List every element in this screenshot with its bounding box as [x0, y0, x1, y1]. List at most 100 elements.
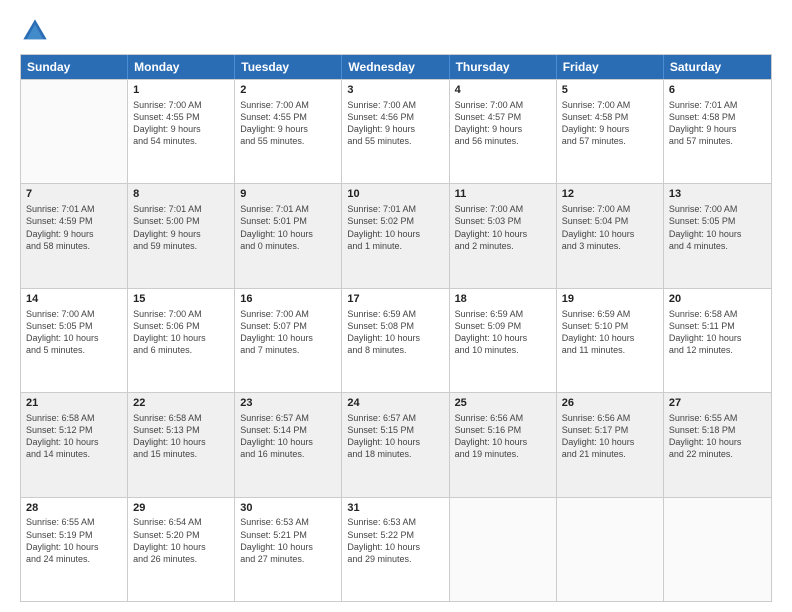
- calendar-cell: 27Sunrise: 6:55 AMSunset: 5:18 PMDayligh…: [664, 393, 771, 496]
- day-number: 16: [240, 292, 336, 307]
- calendar-body: 1Sunrise: 7:00 AMSunset: 4:55 PMDaylight…: [21, 79, 771, 601]
- calendar-cell: 31Sunrise: 6:53 AMSunset: 5:22 PMDayligh…: [342, 498, 449, 601]
- day-number: 7: [26, 187, 122, 202]
- day-info: Sunrise: 7:00 AMSunset: 5:07 PMDaylight:…: [240, 308, 336, 357]
- day-info: Sunrise: 7:00 AMSunset: 4:55 PMDaylight:…: [133, 99, 229, 148]
- calendar-cell: 13Sunrise: 7:00 AMSunset: 5:05 PMDayligh…: [664, 184, 771, 287]
- calendar-cell: 26Sunrise: 6:56 AMSunset: 5:17 PMDayligh…: [557, 393, 664, 496]
- header-cell-wednesday: Wednesday: [342, 55, 449, 79]
- day-info: Sunrise: 6:53 AMSunset: 5:21 PMDaylight:…: [240, 516, 336, 565]
- header-cell-thursday: Thursday: [450, 55, 557, 79]
- header-cell-tuesday: Tuesday: [235, 55, 342, 79]
- calendar-cell: 15Sunrise: 7:00 AMSunset: 5:06 PMDayligh…: [128, 289, 235, 392]
- calendar-cell: 14Sunrise: 7:00 AMSunset: 5:05 PMDayligh…: [21, 289, 128, 392]
- calendar-cell: 12Sunrise: 7:00 AMSunset: 5:04 PMDayligh…: [557, 184, 664, 287]
- calendar-cell: 17Sunrise: 6:59 AMSunset: 5:08 PMDayligh…: [342, 289, 449, 392]
- day-info: Sunrise: 7:00 AMSunset: 4:58 PMDaylight:…: [562, 99, 658, 148]
- day-info: Sunrise: 7:01 AMSunset: 5:01 PMDaylight:…: [240, 203, 336, 252]
- calendar: SundayMondayTuesdayWednesdayThursdayFrid…: [20, 54, 772, 602]
- day-info: Sunrise: 7:00 AMSunset: 4:57 PMDaylight:…: [455, 99, 551, 148]
- header-cell-monday: Monday: [128, 55, 235, 79]
- day-info: Sunrise: 7:00 AMSunset: 5:05 PMDaylight:…: [26, 308, 122, 357]
- day-number: 19: [562, 292, 658, 307]
- day-number: 5: [562, 83, 658, 98]
- calendar-cell: 18Sunrise: 6:59 AMSunset: 5:09 PMDayligh…: [450, 289, 557, 392]
- logo: [20, 16, 54, 46]
- calendar-cell: 9Sunrise: 7:01 AMSunset: 5:01 PMDaylight…: [235, 184, 342, 287]
- day-number: 29: [133, 501, 229, 516]
- day-info: Sunrise: 7:00 AMSunset: 5:06 PMDaylight:…: [133, 308, 229, 357]
- calendar-cell: 10Sunrise: 7:01 AMSunset: 5:02 PMDayligh…: [342, 184, 449, 287]
- calendar-cell: 20Sunrise: 6:58 AMSunset: 5:11 PMDayligh…: [664, 289, 771, 392]
- day-number: 30: [240, 501, 336, 516]
- day-info: Sunrise: 7:00 AMSunset: 5:03 PMDaylight:…: [455, 203, 551, 252]
- calendar-cell: 19Sunrise: 6:59 AMSunset: 5:10 PMDayligh…: [557, 289, 664, 392]
- day-number: 13: [669, 187, 766, 202]
- calendar-cell: 2Sunrise: 7:00 AMSunset: 4:55 PMDaylight…: [235, 80, 342, 183]
- day-info: Sunrise: 7:01 AMSunset: 4:58 PMDaylight:…: [669, 99, 766, 148]
- calendar-cell: 25Sunrise: 6:56 AMSunset: 5:16 PMDayligh…: [450, 393, 557, 496]
- day-number: 28: [26, 501, 122, 516]
- page: SundayMondayTuesdayWednesdayThursdayFrid…: [0, 0, 792, 612]
- calendar-cell: 5Sunrise: 7:00 AMSunset: 4:58 PMDaylight…: [557, 80, 664, 183]
- day-number: 11: [455, 187, 551, 202]
- day-info: Sunrise: 6:58 AMSunset: 5:11 PMDaylight:…: [669, 308, 766, 357]
- calendar-cell: 3Sunrise: 7:00 AMSunset: 4:56 PMDaylight…: [342, 80, 449, 183]
- day-number: 15: [133, 292, 229, 307]
- day-number: 12: [562, 187, 658, 202]
- calendar-row: 21Sunrise: 6:58 AMSunset: 5:12 PMDayligh…: [21, 392, 771, 496]
- calendar-cell: 4Sunrise: 7:00 AMSunset: 4:57 PMDaylight…: [450, 80, 557, 183]
- day-number: 21: [26, 396, 122, 411]
- header-cell-friday: Friday: [557, 55, 664, 79]
- day-number: 17: [347, 292, 443, 307]
- calendar-cell: 8Sunrise: 7:01 AMSunset: 5:00 PMDaylight…: [128, 184, 235, 287]
- day-number: 24: [347, 396, 443, 411]
- day-number: 4: [455, 83, 551, 98]
- calendar-row: 14Sunrise: 7:00 AMSunset: 5:05 PMDayligh…: [21, 288, 771, 392]
- day-number: 22: [133, 396, 229, 411]
- day-info: Sunrise: 6:59 AMSunset: 5:09 PMDaylight:…: [455, 308, 551, 357]
- calendar-cell: 21Sunrise: 6:58 AMSunset: 5:12 PMDayligh…: [21, 393, 128, 496]
- day-info: Sunrise: 6:55 AMSunset: 5:18 PMDaylight:…: [669, 412, 766, 461]
- calendar-cell: 11Sunrise: 7:00 AMSunset: 5:03 PMDayligh…: [450, 184, 557, 287]
- day-number: 31: [347, 501, 443, 516]
- calendar-cell: 22Sunrise: 6:58 AMSunset: 5:13 PMDayligh…: [128, 393, 235, 496]
- header-cell-sunday: Sunday: [21, 55, 128, 79]
- calendar-cell: [664, 498, 771, 601]
- calendar-cell: 23Sunrise: 6:57 AMSunset: 5:14 PMDayligh…: [235, 393, 342, 496]
- day-info: Sunrise: 7:00 AMSunset: 5:04 PMDaylight:…: [562, 203, 658, 252]
- day-number: 3: [347, 83, 443, 98]
- day-info: Sunrise: 6:53 AMSunset: 5:22 PMDaylight:…: [347, 516, 443, 565]
- calendar-cell: 24Sunrise: 6:57 AMSunset: 5:15 PMDayligh…: [342, 393, 449, 496]
- day-number: 26: [562, 396, 658, 411]
- day-info: Sunrise: 6:57 AMSunset: 5:15 PMDaylight:…: [347, 412, 443, 461]
- calendar-cell: 1Sunrise: 7:00 AMSunset: 4:55 PMDaylight…: [128, 80, 235, 183]
- day-number: 10: [347, 187, 443, 202]
- day-info: Sunrise: 7:00 AMSunset: 5:05 PMDaylight:…: [669, 203, 766, 252]
- logo-icon: [20, 16, 50, 46]
- day-number: 20: [669, 292, 766, 307]
- calendar-cell: 6Sunrise: 7:01 AMSunset: 4:58 PMDaylight…: [664, 80, 771, 183]
- calendar-cell: 29Sunrise: 6:54 AMSunset: 5:20 PMDayligh…: [128, 498, 235, 601]
- day-number: 6: [669, 83, 766, 98]
- day-info: Sunrise: 6:59 AMSunset: 5:10 PMDaylight:…: [562, 308, 658, 357]
- day-info: Sunrise: 6:58 AMSunset: 5:12 PMDaylight:…: [26, 412, 122, 461]
- day-number: 9: [240, 187, 336, 202]
- day-info: Sunrise: 7:00 AMSunset: 4:55 PMDaylight:…: [240, 99, 336, 148]
- day-info: Sunrise: 6:59 AMSunset: 5:08 PMDaylight:…: [347, 308, 443, 357]
- calendar-cell: 30Sunrise: 6:53 AMSunset: 5:21 PMDayligh…: [235, 498, 342, 601]
- calendar-row: 7Sunrise: 7:01 AMSunset: 4:59 PMDaylight…: [21, 183, 771, 287]
- day-number: 27: [669, 396, 766, 411]
- day-number: 23: [240, 396, 336, 411]
- day-info: Sunrise: 6:54 AMSunset: 5:20 PMDaylight:…: [133, 516, 229, 565]
- day-info: Sunrise: 7:00 AMSunset: 4:56 PMDaylight:…: [347, 99, 443, 148]
- day-number: 18: [455, 292, 551, 307]
- day-info: Sunrise: 6:55 AMSunset: 5:19 PMDaylight:…: [26, 516, 122, 565]
- day-info: Sunrise: 7:01 AMSunset: 5:02 PMDaylight:…: [347, 203, 443, 252]
- calendar-row: 28Sunrise: 6:55 AMSunset: 5:19 PMDayligh…: [21, 497, 771, 601]
- calendar-cell: [21, 80, 128, 183]
- day-number: 2: [240, 83, 336, 98]
- day-number: 1: [133, 83, 229, 98]
- day-info: Sunrise: 7:01 AMSunset: 5:00 PMDaylight:…: [133, 203, 229, 252]
- day-info: Sunrise: 6:56 AMSunset: 5:16 PMDaylight:…: [455, 412, 551, 461]
